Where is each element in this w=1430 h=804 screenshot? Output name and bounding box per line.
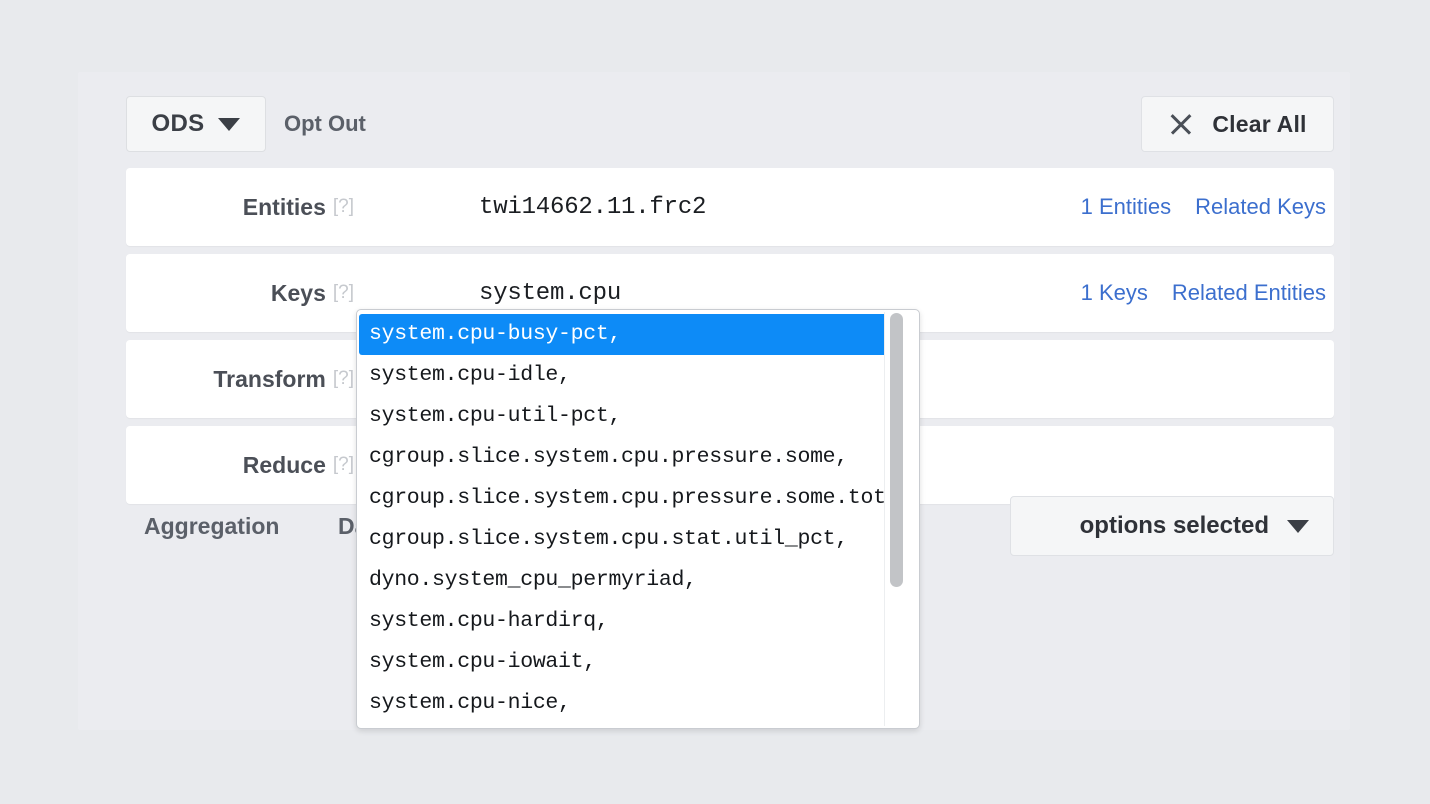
- autocomplete-option[interactable]: system.cpu-hardirq,: [357, 601, 897, 642]
- autocomplete-option[interactable]: cgroup.slice.system.cpu.stat.util_pct,: [357, 519, 897, 560]
- close-x-icon: [1168, 111, 1194, 137]
- keys-label-group: Keys [?]: [126, 254, 354, 332]
- autocomplete-option[interactable]: system.cpu-util-pct,: [357, 396, 897, 437]
- entities-value[interactable]: twi14662.11.frc2: [479, 168, 706, 246]
- help-icon[interactable]: [?]: [333, 196, 354, 218]
- clear-all-label: Clear All: [1212, 111, 1306, 138]
- app-root: ODS Opt Out Clear All Entities [?] twi14…: [0, 0, 1430, 804]
- field-row-entities[interactable]: Entities [?] twi14662.11.frc2 1 Entities…: [126, 168, 1334, 246]
- autocomplete-option[interactable]: system.cpu-idle,: [357, 355, 897, 396]
- reduce-label: Reduce: [243, 452, 326, 479]
- entities-label: Entities: [243, 194, 326, 221]
- entities-row-links: 1 Entities Related Keys: [1081, 168, 1326, 246]
- caret-down-icon: [1287, 520, 1309, 533]
- autocomplete-option[interactable]: system.cpu-busy-pct,: [359, 314, 894, 355]
- transform-label: Transform: [213, 366, 325, 393]
- help-icon[interactable]: [?]: [333, 454, 354, 476]
- autocomplete-option[interactable]: cgroup.slice.system.cpu.pressure.some.to…: [357, 478, 897, 519]
- keys-count-link[interactable]: 1 Keys: [1081, 280, 1148, 306]
- vertical-scrollbar[interactable]: [884, 312, 909, 726]
- reduce-label-group: Reduce [?]: [126, 426, 354, 504]
- opt-out-button[interactable]: Opt Out: [284, 96, 366, 152]
- entities-label-group: Entities [?]: [126, 168, 354, 246]
- autocomplete-option[interactable]: system.cpu-nice,: [357, 683, 897, 724]
- related-keys-link[interactable]: Related Keys: [1195, 194, 1326, 220]
- transform-label-group: Transform [?]: [126, 340, 354, 418]
- options-selected-label: options selected: [1080, 512, 1269, 540]
- toolbar: ODS Opt Out Clear All: [126, 96, 1334, 152]
- scrollbar-thumb[interactable]: [890, 313, 903, 587]
- aggregation-label: Aggregation: [144, 496, 279, 556]
- caret-down-icon: [218, 118, 240, 131]
- autocomplete-option[interactable]: cgroup.slice.system.cpu.pressure.some,: [357, 437, 897, 478]
- help-icon[interactable]: [?]: [333, 368, 354, 390]
- autocomplete-option[interactable]: system.cpu-iowait,: [357, 642, 897, 683]
- keys-label: Keys: [271, 280, 326, 307]
- clear-all-button[interactable]: Clear All: [1141, 96, 1334, 152]
- options-selected-dropdown[interactable]: options selected: [1010, 496, 1334, 556]
- data-source-label: ODS: [152, 110, 205, 138]
- entities-count-link[interactable]: 1 Entities: [1081, 194, 1172, 220]
- autocomplete-option-list: system.cpu-busy-pct,system.cpu-idle,syst…: [357, 310, 897, 728]
- autocomplete-option[interactable]: dyno.system_cpu_permyriad,: [357, 560, 897, 601]
- related-entities-link[interactable]: Related Entities: [1172, 280, 1326, 306]
- keys-row-links: 1 Keys Related Entities: [1081, 254, 1326, 332]
- keys-autocomplete-dropdown[interactable]: system.cpu-busy-pct,system.cpu-idle,syst…: [356, 309, 920, 729]
- data-source-dropdown-button[interactable]: ODS: [126, 96, 266, 152]
- help-icon[interactable]: [?]: [333, 282, 354, 304]
- opt-out-label: Opt Out: [284, 111, 366, 137]
